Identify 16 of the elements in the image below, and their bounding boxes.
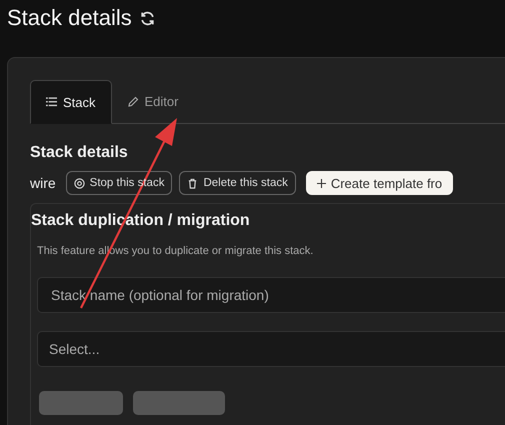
action-button[interactable]: Delete this stack bbox=[179, 171, 296, 195]
stop-icon bbox=[74, 178, 85, 188]
section-heading: Stack details bbox=[30, 144, 129, 162]
trash-icon bbox=[187, 178, 198, 188]
plus-icon bbox=[316, 178, 326, 188]
button[interactable] bbox=[39, 391, 123, 415]
tab[interactable]: Stack bbox=[30, 80, 112, 124]
action-button[interactable]: Create template fro bbox=[306, 171, 454, 195]
stack-name: wire bbox=[30, 175, 56, 191]
select-field[interactable]: Select... bbox=[37, 331, 505, 367]
pencil-icon bbox=[126, 96, 139, 108]
refresh-icon[interactable] bbox=[138, 10, 156, 26]
button[interactable] bbox=[133, 391, 225, 415]
list-icon bbox=[46, 97, 57, 107]
stack-name-field[interactable]: Stack name (optional for migration) bbox=[37, 277, 505, 313]
page-title: Stack details bbox=[7, 5, 132, 31]
